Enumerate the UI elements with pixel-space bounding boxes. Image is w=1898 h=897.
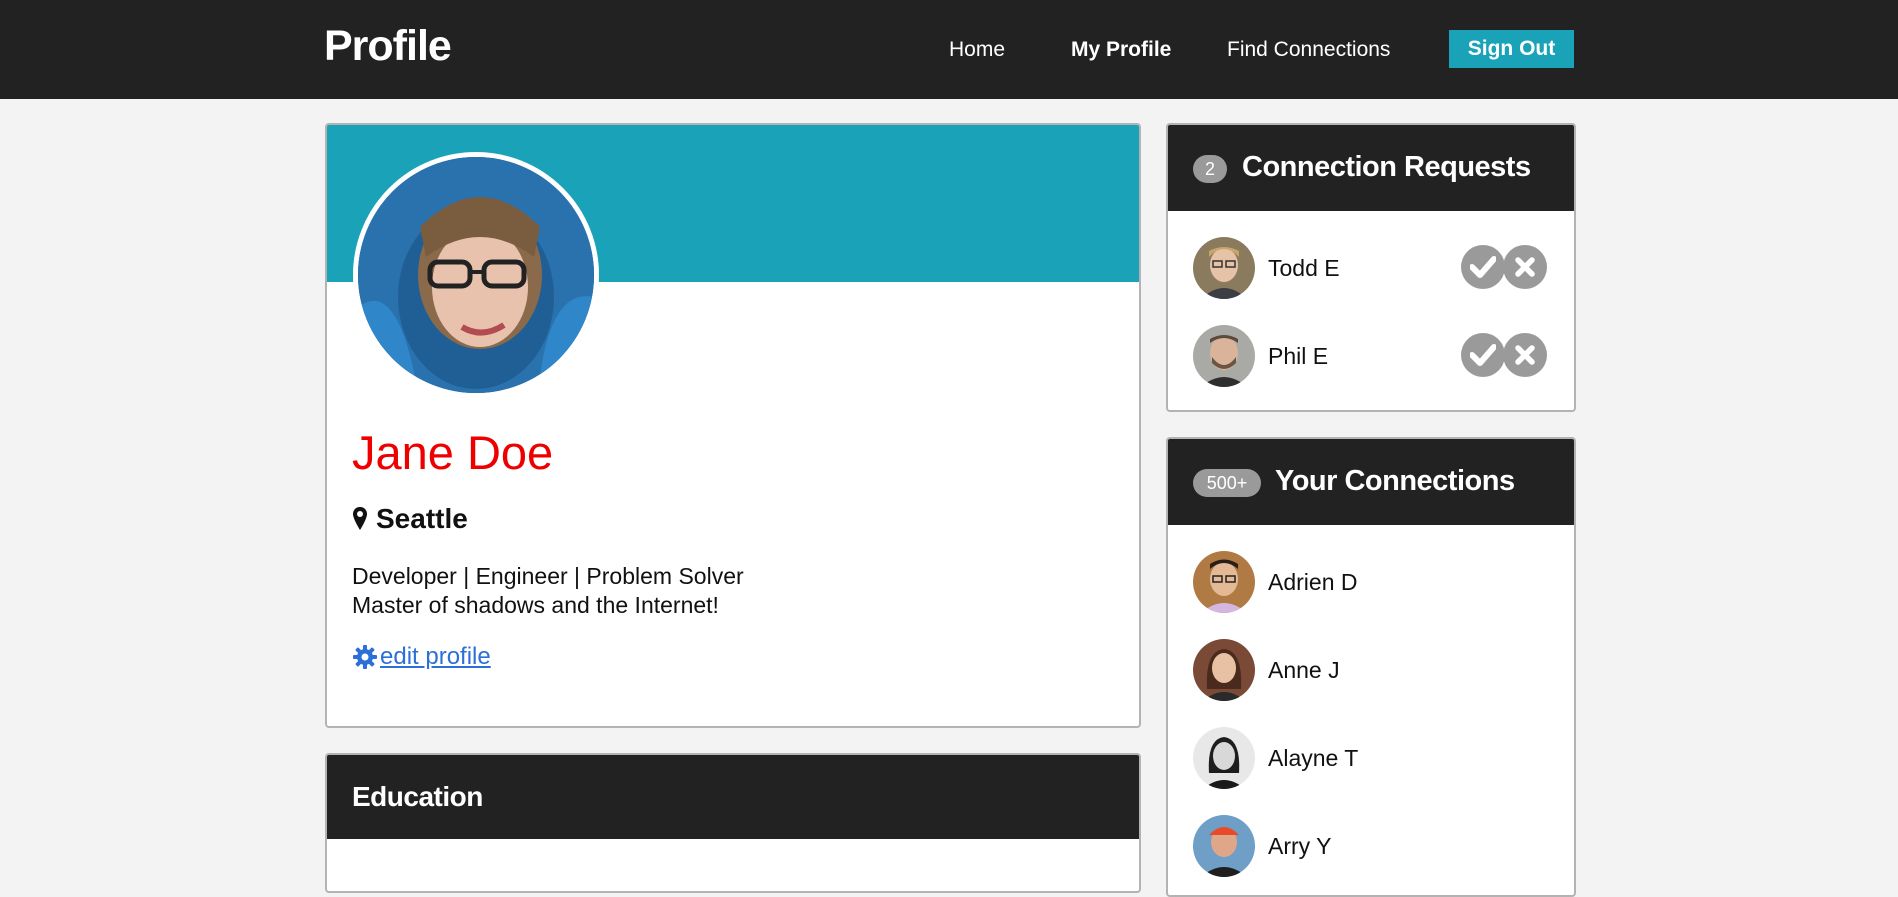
- connection-name: Anne J: [1268, 656, 1340, 683]
- profile-location-text: Seattle: [376, 503, 468, 534]
- gear-icon: [353, 645, 377, 669]
- avatar: [1193, 815, 1255, 877]
- decline-request-button[interactable]: [1503, 333, 1547, 377]
- nav-my-profile-link[interactable]: My Profile: [1071, 38, 1171, 62]
- avatar: [1193, 237, 1255, 299]
- education-card: Education: [325, 753, 1141, 893]
- request-item[interactable]: Todd E: [1193, 237, 1340, 299]
- education-header: Education: [327, 755, 1139, 839]
- connection-requests-title: Connection Requests: [1242, 151, 1531, 183]
- connections-count-badge: 500+: [1193, 469, 1261, 497]
- connection-name: Arry Y: [1268, 832, 1332, 859]
- sign-out-button[interactable]: Sign Out: [1449, 30, 1574, 68]
- profile-avatar: [353, 152, 599, 398]
- profile-location: Seattle: [352, 503, 468, 535]
- decline-request-button[interactable]: [1503, 245, 1547, 289]
- avatar: [1193, 639, 1255, 701]
- edit-profile-label: edit profile: [380, 643, 491, 670]
- avatar: [1193, 325, 1255, 387]
- avatar: [1193, 727, 1255, 789]
- brand-title: Profile: [324, 22, 452, 70]
- requests-count-badge: 2: [1193, 155, 1227, 183]
- connection-name: Adrien D: [1268, 568, 1358, 595]
- request-actions: [1461, 245, 1547, 289]
- nav-home-link[interactable]: Home: [949, 38, 1005, 62]
- profile-bio-line-1: Developer | Engineer | Problem Solver: [352, 563, 744, 589]
- profile-name: Jane Doe: [352, 426, 554, 479]
- request-item[interactable]: Phil E: [1193, 325, 1328, 387]
- accept-request-button[interactable]: [1461, 333, 1505, 377]
- connection-item[interactable]: Arry Y: [1193, 815, 1331, 877]
- connection-requests-card: 2 Connection Requests Todd E Phil E: [1166, 123, 1576, 412]
- close-icon: [1515, 257, 1535, 277]
- request-name: Phil E: [1268, 342, 1329, 369]
- connection-requests-header: 2 Connection Requests: [1168, 125, 1574, 211]
- top-navbar: Profile Home My Profile Find Connections…: [0, 0, 1898, 99]
- profile-card: Jane Doe Seattle Developer | Engineer | …: [325, 123, 1141, 728]
- profile-bio: Developer | Engineer | Problem Solver Ma…: [352, 562, 744, 620]
- avatar: [1193, 551, 1255, 613]
- nav-find-connections-link[interactable]: Find Connections: [1227, 38, 1390, 62]
- request-name: Todd E: [1268, 254, 1340, 281]
- education-title: Education: [352, 781, 483, 812]
- your-connections-card: 500+ Your Connections Adrien D Anne J Al…: [1166, 437, 1576, 897]
- accept-request-button[interactable]: [1461, 245, 1505, 289]
- check-icon: [1470, 256, 1496, 278]
- profile-bio-line-2: Master of shadows and the Internet!: [352, 592, 719, 618]
- close-icon: [1515, 345, 1535, 365]
- your-connections-header: 500+ Your Connections: [1168, 439, 1574, 525]
- your-connections-title: Your Connections: [1275, 465, 1515, 497]
- connection-item[interactable]: Adrien D: [1193, 551, 1357, 613]
- connection-item[interactable]: Alayne T: [1193, 727, 1358, 789]
- check-icon: [1470, 344, 1496, 366]
- map-pin-icon: [353, 507, 367, 530]
- connection-name: Alayne T: [1268, 744, 1359, 771]
- request-actions: [1461, 333, 1547, 377]
- connection-item[interactable]: Anne J: [1193, 639, 1340, 701]
- edit-profile-link[interactable]: edit profile: [352, 643, 491, 671]
